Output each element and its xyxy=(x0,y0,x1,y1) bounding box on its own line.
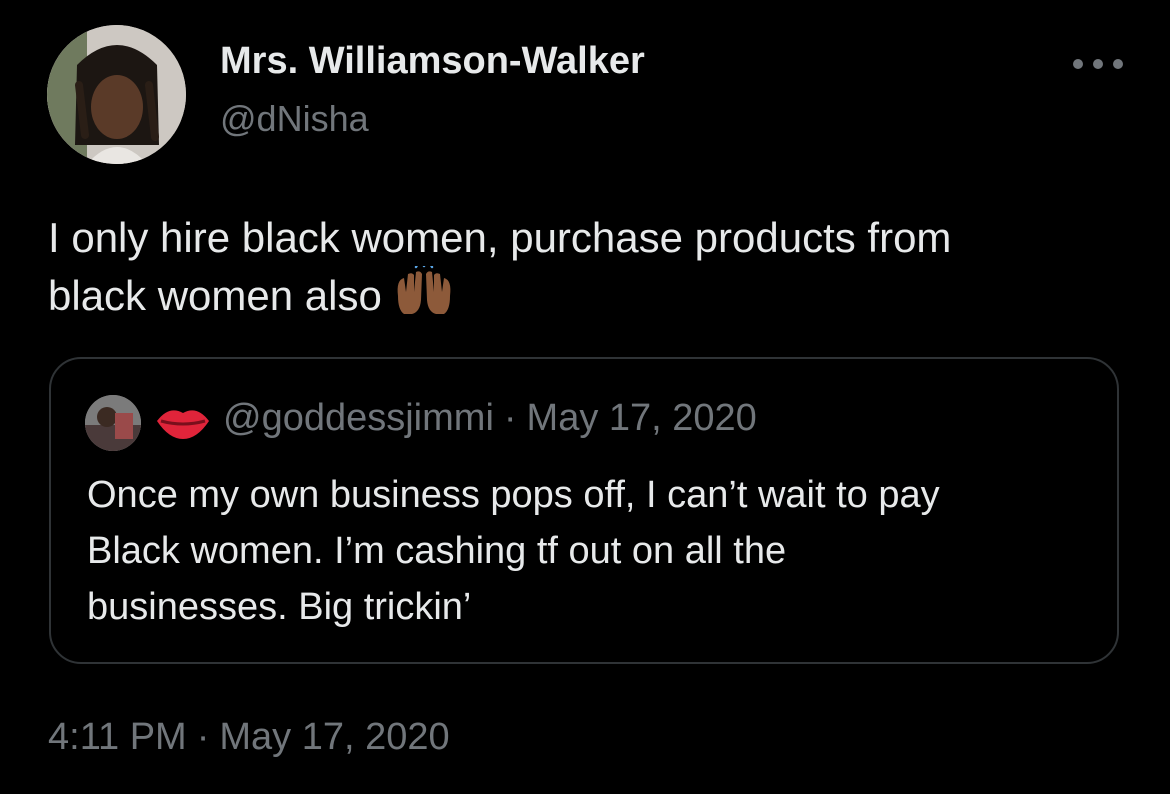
author-handle[interactable]: @dNisha xyxy=(220,98,369,140)
quoted-text-line: Once my own business pops off, I can’t w… xyxy=(87,474,940,516)
author-avatar-image xyxy=(47,25,186,164)
quoted-tweet-card[interactable]: @goddessjimmi · May 17, 2020 Once my own b… xyxy=(49,357,1119,664)
meta-separator: · xyxy=(503,397,517,439)
quoted-tweet-meta: @goddessjimmi · May 17, 2020 xyxy=(223,397,757,440)
more-dot xyxy=(1113,59,1123,69)
quoted-author-handle[interactable]: @goddessjimmi xyxy=(223,397,494,439)
more-dot xyxy=(1073,59,1083,69)
tweet-time: 4:11 PM xyxy=(48,716,187,758)
more-dot xyxy=(1093,59,1103,69)
author-display-name[interactable]: Mrs. Williamson-Walker xyxy=(220,40,645,83)
kiss-mark-icon xyxy=(157,410,209,439)
tweet-text-line: black women also xyxy=(48,266,1138,324)
timestamp-separator: · xyxy=(196,716,210,758)
raising-hands-icon xyxy=(397,266,451,314)
more-icon[interactable] xyxy=(1073,52,1123,76)
author-avatar[interactable] xyxy=(47,25,186,164)
quoted-author-avatar-image xyxy=(85,395,141,451)
quoted-tweet-text: Once my own business pops off, I can’t w… xyxy=(87,467,1097,635)
tweet: Mrs. Williamson-Walker @dNisha I only hi… xyxy=(0,0,1170,794)
quoted-author-avatar[interactable] xyxy=(85,395,141,451)
tweet-date: May 17, 2020 xyxy=(219,716,450,758)
quoted-tweet-date[interactable]: May 17, 2020 xyxy=(527,397,757,439)
tweet-text: I only hire black women, purchase produc… xyxy=(48,210,1138,324)
tweet-text-line: I only hire black women, purchase produc… xyxy=(48,214,952,261)
quoted-text-line: Black women. I’m cashing tf out on all t… xyxy=(87,530,787,572)
quoted-text-line: businesses. Big trickin’ xyxy=(87,586,472,628)
tweet-timestamp[interactable]: 4:11 PM · May 17, 2020 xyxy=(48,716,450,759)
